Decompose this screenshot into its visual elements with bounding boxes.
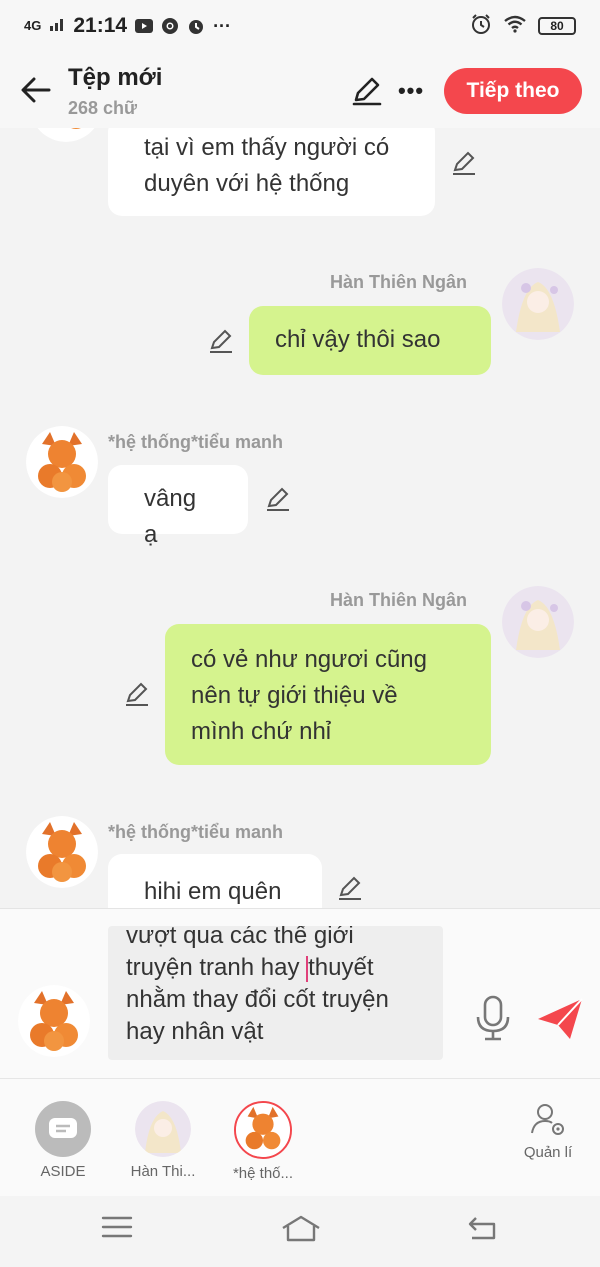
alarm-app-icon	[187, 17, 205, 35]
message-line: nên tự giới thiệu về	[191, 682, 398, 709]
message-line: duyên với hệ thống	[144, 170, 350, 197]
more-notifications-icon: ···	[213, 15, 232, 36]
message-composer: vượt qua các thế giới truyện tranh hay t…	[0, 908, 600, 1078]
edit-message-button[interactable]	[123, 680, 151, 708]
pencil-icon	[352, 77, 382, 106]
youtube-icon	[135, 17, 154, 35]
manage-label: Quản lí	[523, 1144, 573, 1161]
avatar	[30, 128, 102, 142]
chat-area[interactable]: tại vì em thấy người có duyên với hệ thố…	[0, 128, 600, 908]
message-bubble[interactable]: vâng ạ	[108, 465, 248, 548]
edit-message-button[interactable]	[336, 874, 364, 902]
pencil-icon	[453, 151, 475, 175]
alarm-icon	[470, 13, 492, 40]
input-line: vượt qua các thế giới	[126, 926, 354, 949]
character-label: ASIDE	[40, 1163, 86, 1180]
manage-characters-button[interactable]: Quản lí	[516, 1101, 580, 1161]
send-icon	[538, 998, 583, 1039]
word-count: 268 chữ	[68, 98, 138, 118]
message-bubble[interactable]: hihi em quên	[108, 854, 322, 908]
message-line: mình chứ nhỉ	[191, 718, 332, 745]
message-bubble[interactable]: chỉ vậy thôi sao	[249, 306, 491, 375]
message-line: vâng ạ	[144, 485, 197, 548]
back-nav-button[interactable]	[466, 1214, 506, 1248]
message-line: tại vì em thấy người có	[144, 134, 390, 161]
app-header: Tệp mới 268 chữ ••• Tiếp theo	[0, 52, 600, 128]
signal-icon	[49, 16, 65, 37]
battery-indicator: 80	[538, 17, 576, 35]
sender-name: *hệ thống*tiểu manh	[108, 822, 283, 842]
edit-message-button[interactable]	[207, 327, 235, 355]
message-line: chỉ vậy thôi sao	[275, 326, 441, 353]
message-input[interactable]: vượt qua các thế giới truyện tranh hay t…	[108, 926, 443, 1060]
edit-message-button[interactable]	[264, 485, 292, 513]
page-title: Tệp mới	[68, 64, 163, 91]
avatar	[234, 1101, 292, 1159]
pencil-icon	[210, 329, 232, 353]
voice-input-button[interactable]	[472, 995, 514, 1041]
input-line: thuyết	[308, 954, 374, 981]
return-icon	[468, 1217, 496, 1240]
microphone-icon	[476, 995, 510, 1041]
aside-chat-icon	[35, 1101, 91, 1157]
message-line: có vẻ như ngươi cũng	[191, 646, 428, 673]
arrow-left-icon	[21, 77, 51, 103]
menu-button[interactable]	[100, 1214, 140, 1248]
pencil-icon	[267, 487, 289, 511]
send-button[interactable]	[536, 995, 584, 1043]
more-dots-icon: •••	[397, 78, 425, 103]
edit-title-button[interactable]	[350, 74, 384, 108]
sender-name: *hệ thống*tiểu manh	[108, 432, 283, 452]
avatar	[26, 816, 98, 888]
input-line: hay nhân vật	[126, 1018, 264, 1045]
input-line: truyện tranh hay	[126, 954, 300, 981]
clock: 21:14	[73, 14, 128, 37]
avatar	[135, 1101, 191, 1157]
sender-name: Hàn Thiên Ngân	[330, 272, 468, 292]
chrome-icon	[161, 17, 179, 35]
message-bubble[interactable]: có vẻ như ngươi cũng nên tự giới thiệu v…	[165, 624, 491, 765]
menu-icon	[101, 1216, 133, 1238]
input-line: nhằm thay đổi cốt truyện	[126, 986, 389, 1013]
avatar	[502, 586, 574, 658]
character-han-thien-ngan[interactable]: Hàn Thi...	[118, 1101, 208, 1180]
status-bar: 4G 21:14 ··· 80	[0, 0, 600, 52]
more-options-button[interactable]: •••	[394, 74, 428, 108]
message-line: hihi em quên	[144, 878, 282, 905]
user-settings-icon	[531, 1104, 564, 1135]
character-aside[interactable]: ASIDE	[18, 1101, 108, 1180]
character-he-thong[interactable]: *hệ thố...	[218, 1101, 308, 1182]
pencil-icon	[339, 876, 361, 900]
message-bubble[interactable]: tại vì em thấy người có duyên với hệ thố…	[108, 128, 435, 216]
avatar	[502, 268, 574, 340]
selected-speaker-avatar[interactable]	[18, 985, 90, 1057]
character-bar: ASIDE Hàn Thi... *hệ thố... Quản lí	[0, 1078, 600, 1196]
sender-name: Hàn Thiên Ngân	[330, 590, 468, 610]
back-button[interactable]	[16, 70, 56, 110]
character-label: *hệ thố...	[232, 1165, 294, 1182]
avatar	[26, 426, 98, 498]
network-indicator: 4G	[24, 18, 42, 33]
home-button[interactable]	[280, 1214, 320, 1248]
home-icon	[282, 1215, 320, 1242]
character-label: Hàn Thi...	[130, 1163, 196, 1180]
wifi-icon	[504, 15, 526, 38]
edit-message-button[interactable]	[450, 149, 478, 177]
pencil-icon	[126, 682, 148, 706]
system-navigation-bar	[0, 1196, 600, 1267]
next-button[interactable]: Tiếp theo	[444, 68, 582, 114]
